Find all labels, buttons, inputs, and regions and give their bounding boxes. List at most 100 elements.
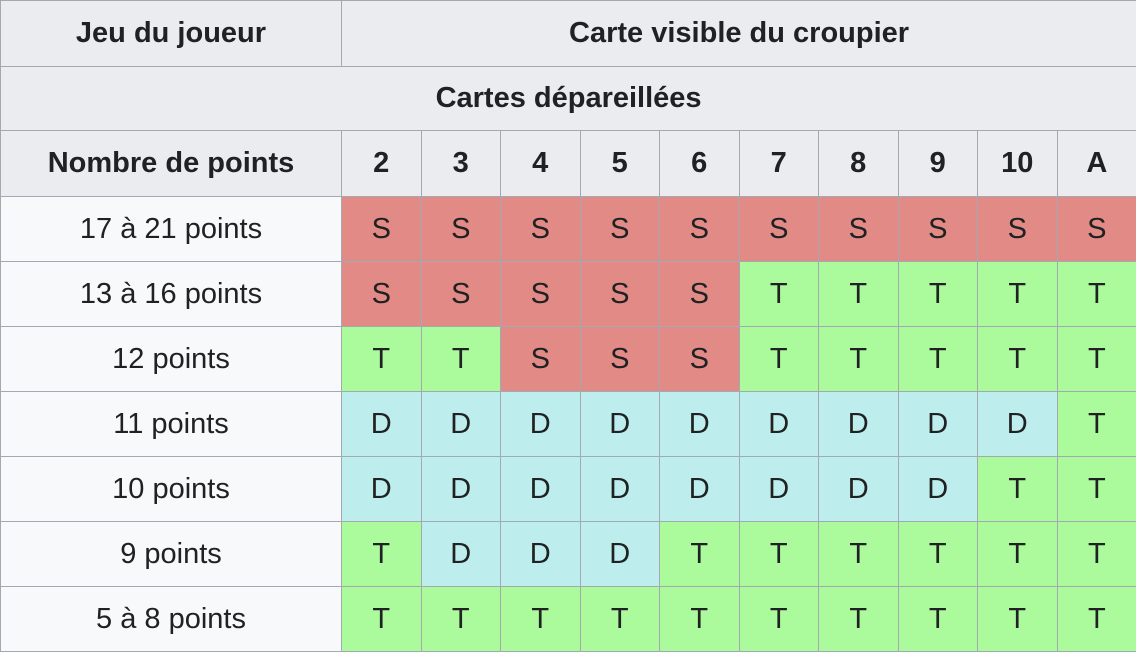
action-cell: D [898,457,978,522]
action-cell: T [739,522,819,587]
dealer-value-header: 8 [819,131,899,197]
action-cell: D [819,457,899,522]
action-cell: T [660,522,740,587]
action-cell: S [660,262,740,327]
action-cell: T [342,327,422,392]
player-hand-header: Jeu du joueur [1,1,342,67]
table-row: 11 pointsDDDDDDDDDT [1,392,1136,457]
dealer-value-header: 7 [739,131,819,197]
table-body: 17 à 21 pointsSSSSSSSSSS13 à 16 pointsSS… [1,197,1136,652]
header-row-top: Jeu du joueur Carte visible du croupier [1,1,1136,67]
dealer-value-header: 9 [898,131,978,197]
action-cell: T [819,522,899,587]
action-cell: T [342,522,422,587]
action-cell: S [342,197,422,262]
row-label: 12 points [1,327,342,392]
dealer-value-header: 2 [342,131,422,197]
action-cell: D [898,392,978,457]
action-cell: S [501,262,581,327]
row-label: 5 à 8 points [1,587,342,652]
section-header: Cartes dépareillées [1,67,1136,131]
action-cell: T [978,262,1058,327]
dealer-value-header: 4 [501,131,581,197]
action-cell: S [819,197,899,262]
action-cell: D [819,392,899,457]
action-cell: S [978,197,1058,262]
action-cell: D [580,457,660,522]
action-cell: T [1057,522,1136,587]
action-cell: D [501,457,581,522]
action-cell: T [898,522,978,587]
table-row: 12 pointsTTSSSTTTTT [1,327,1136,392]
action-cell: T [1057,457,1136,522]
action-cell: T [819,587,899,652]
action-cell: T [898,262,978,327]
action-cell: T [1057,262,1136,327]
action-cell: S [342,262,422,327]
action-cell: D [978,392,1058,457]
action-cell: D [342,457,422,522]
dealer-value-header: A [1057,131,1136,197]
row-label: 17 à 21 points [1,197,342,262]
section-header-row: Cartes dépareillées [1,67,1136,131]
dealer-value-header: 10 [978,131,1058,197]
action-cell: T [1057,327,1136,392]
action-cell: D [660,392,740,457]
action-cell: T [739,262,819,327]
action-cell: T [978,327,1058,392]
action-cell: D [660,457,740,522]
action-cell: T [739,327,819,392]
action-cell: S [1057,197,1136,262]
action-cell: T [342,587,422,652]
action-cell: T [898,587,978,652]
table-row: 13 à 16 pointsSSSSSTTTTT [1,262,1136,327]
action-cell: T [421,587,501,652]
action-cell: T [1057,392,1136,457]
action-cell: D [501,392,581,457]
action-cell: S [660,327,740,392]
row-label: 9 points [1,522,342,587]
action-cell: T [819,327,899,392]
table-row: 17 à 21 pointsSSSSSSSSSS [1,197,1136,262]
action-cell: S [501,327,581,392]
dealer-values-row: Nombre de points 2345678910A [1,131,1136,197]
dealer-value-header: 6 [660,131,740,197]
action-cell: D [739,392,819,457]
action-cell: S [580,262,660,327]
action-cell: S [501,197,581,262]
action-cell: T [978,587,1058,652]
action-cell: D [342,392,422,457]
action-cell: D [501,522,581,587]
action-cell: S [421,197,501,262]
dealer-value-header: 3 [421,131,501,197]
action-cell: D [580,522,660,587]
table-row: 9 pointsTDDDTTTTTT [1,522,1136,587]
action-cell: D [739,457,819,522]
action-cell: T [660,587,740,652]
action-cell: T [580,587,660,652]
table-row: 10 pointsDDDDDDDDTT [1,457,1136,522]
points-label-header: Nombre de points [1,131,342,197]
dealer-card-header: Carte visible du croupier [342,1,1136,67]
action-cell: T [978,522,1058,587]
action-cell: T [739,587,819,652]
row-label: 10 points [1,457,342,522]
action-cell: S [739,197,819,262]
strategy-table: Jeu du joueur Carte visible du croupier … [0,0,1136,652]
action-cell: D [421,392,501,457]
action-cell: D [421,522,501,587]
action-cell: T [1057,587,1136,652]
dealer-value-header: 5 [580,131,660,197]
action-cell: T [898,327,978,392]
row-label: 13 à 16 points [1,262,342,327]
action-cell: T [501,587,581,652]
action-cell: S [660,197,740,262]
action-cell: S [421,262,501,327]
action-cell: S [898,197,978,262]
action-cell: T [978,457,1058,522]
action-cell: T [421,327,501,392]
action-cell: D [580,392,660,457]
table-row: 5 à 8 pointsTTTTTTTTTT [1,587,1136,652]
action-cell: T [819,262,899,327]
action-cell: D [421,457,501,522]
